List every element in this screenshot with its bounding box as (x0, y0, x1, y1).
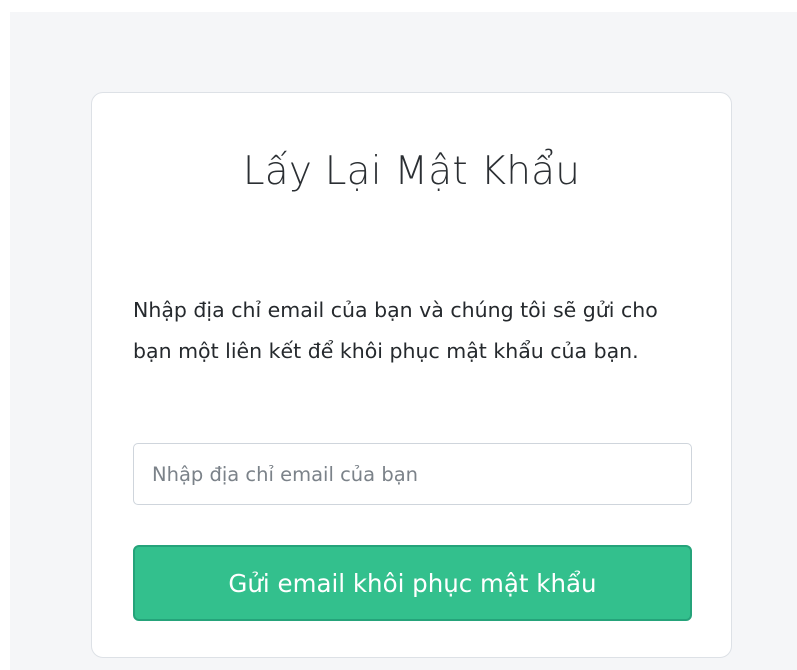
password-reset-card: Lấy Lại Mật Khẩu Nhập địa chỉ email của … (91, 92, 732, 658)
instruction-text: Nhập địa chỉ email của bạn và chúng tôi … (133, 298, 658, 363)
page-title: Lấy Lại Mật Khẩu (242, 149, 581, 194)
email-input[interactable] (133, 443, 692, 505)
send-reset-email-button[interactable]: Gửi email khôi phục mật khẩu (133, 545, 692, 621)
page-background: Lấy Lại Mật Khẩu Nhập địa chỉ email của … (10, 12, 797, 670)
